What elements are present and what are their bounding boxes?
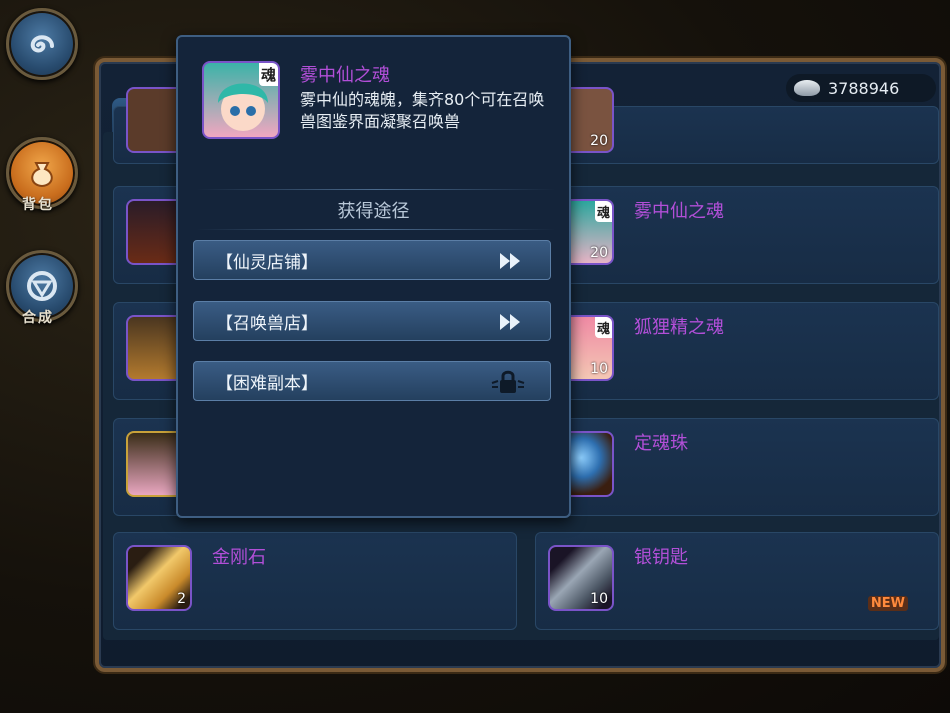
item-count: 10 — [590, 591, 608, 607]
new-badge: NEW — [867, 596, 908, 611]
route-label: 【召唤兽店】 — [216, 313, 318, 334]
item-card[interactable]: 10 银钥匙 NEW — [535, 532, 939, 630]
item-name: 狐狸精之魂 — [634, 317, 724, 338]
soul-badge: 魂 — [594, 201, 612, 222]
divider — [196, 189, 556, 190]
fairy-soul-icon: 魂 — [202, 61, 280, 139]
silver-currency: 3788946 — [786, 74, 936, 102]
silver-ingot-icon — [794, 80, 820, 96]
route-fairy-shop-button[interactable]: 【仙灵店铺】 — [193, 240, 551, 280]
route-summon-shop-button[interactable]: 【召唤兽店】 — [193, 301, 551, 341]
route-label: 【仙灵店铺】 — [216, 252, 318, 273]
fairy-face-icon — [218, 83, 268, 131]
item-name: 金刚石 — [212, 547, 266, 568]
back-button[interactable] — [6, 8, 78, 80]
route-hard-dungeon-button[interactable]: 【困难副本】 — [193, 361, 551, 401]
item-card[interactable]: 魂 10 狐狸精之魂 — [535, 302, 939, 400]
route-label: 【困难副本】 — [216, 373, 318, 394]
item-card[interactable]: 20 — [535, 87, 939, 164]
synthesize-label: 合成 — [22, 310, 54, 326]
item-name: 定魂珠 — [634, 433, 688, 454]
item-name: 雾中仙之魂 — [634, 201, 724, 222]
popup-item-name: 雾中仙之魂 — [300, 65, 390, 86]
synthesize-icon — [27, 271, 57, 301]
soul-badge: 魂 — [594, 317, 612, 338]
item-card[interactable]: 定魂珠 — [535, 418, 939, 516]
item-count: 10 — [590, 361, 608, 377]
divider — [196, 229, 556, 230]
lock-icon — [491, 370, 525, 393]
acquire-section-title: 获得途径 — [337, 201, 410, 222]
item-detail-popup: 魂 雾中仙之魂 雾中仙的魂魄，集齐80个可在召唤兽图鉴界面凝聚召唤兽 获得途径 … — [176, 35, 571, 518]
bag-icon — [31, 162, 53, 188]
fast-forward-icon — [500, 314, 520, 330]
item-count: 2 — [177, 591, 186, 607]
item-name: 银钥匙 — [634, 547, 688, 568]
item-card[interactable]: 魂 20 雾中仙之魂 — [535, 186, 939, 284]
item-count: 20 — [590, 245, 608, 261]
bag-label: 背包 — [22, 197, 54, 213]
swirl-back-icon — [30, 35, 54, 53]
item-count: 20 — [590, 133, 608, 149]
silver-key-icon: 10 — [548, 545, 614, 611]
fast-forward-icon — [500, 253, 520, 269]
diamond-stone-icon: 2 — [126, 545, 192, 611]
popup-item-description: 雾中仙的魂魄，集齐80个可在召唤兽图鉴界面凝聚召唤兽 — [300, 90, 545, 131]
item-card[interactable]: 2 金刚石 — [113, 532, 517, 630]
silver-amount: 3788946 — [828, 78, 900, 98]
